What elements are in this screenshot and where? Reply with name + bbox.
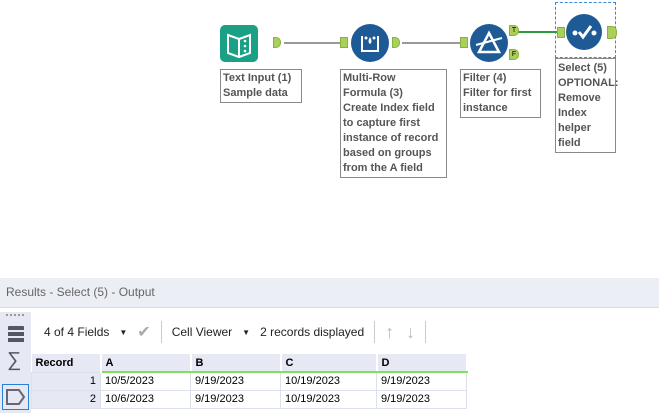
column-header[interactable]: Record bbox=[31, 354, 102, 372]
table-cell[interactable]: 9/19/2023 bbox=[376, 371, 467, 391]
table-cell[interactable]: 10/5/2023 bbox=[100, 371, 191, 391]
multi-row-formula-icon[interactable] bbox=[351, 24, 389, 62]
results-table: Record A B C D 1 10/5/2023 9/19/2023 10/… bbox=[31, 354, 468, 409]
tool-name: Multi-Row bbox=[343, 72, 396, 84]
true-anchor[interactable]: T bbox=[509, 25, 519, 36]
table-cell[interactable]: 10/19/2023 bbox=[280, 371, 377, 391]
checkmark-icon[interactable]: ✔ bbox=[137, 322, 150, 342]
table-row: 1 10/5/2023 9/19/2023 10/19/2023 9/19/20… bbox=[31, 371, 467, 391]
record-number: 1 bbox=[31, 371, 101, 391]
input-anchor[interactable] bbox=[460, 37, 468, 48]
annotation-line: instance bbox=[463, 102, 508, 114]
arrow-up-icon[interactable]: ↑ bbox=[385, 322, 394, 343]
drag-handle[interactable] bbox=[6, 314, 24, 316]
summary-icon[interactable]: ∑ bbox=[7, 350, 21, 370]
divider bbox=[374, 321, 376, 343]
input-anchor[interactable] bbox=[340, 37, 348, 48]
select-icon[interactable] bbox=[566, 14, 602, 50]
tool-annotation: Text Input (1) Sample data bbox=[220, 69, 302, 103]
annotation-line: instance of record bbox=[343, 132, 439, 144]
connection-wire-true bbox=[518, 31, 558, 33]
tool-annotation: Filter (4) Filter for first instance bbox=[460, 69, 541, 118]
annotation-line: to capture first bbox=[343, 117, 421, 129]
fields-dropdown[interactable]: 4 of 4 Fields bbox=[44, 325, 109, 339]
table-header-row: Record A B C D bbox=[31, 354, 468, 373]
output-anchor[interactable] bbox=[273, 37, 281, 48]
workflow-canvas[interactable]: Text Input (1) Sample data Multi-Row For… bbox=[0, 0, 659, 275]
annotation-line: based on groups bbox=[343, 147, 432, 159]
results-sidebar: ∑ bbox=[0, 312, 31, 413]
table-cell[interactable]: 9/19/2023 bbox=[190, 389, 281, 409]
metadata-icon[interactable] bbox=[8, 326, 24, 343]
column-header[interactable]: D bbox=[376, 354, 468, 373]
results-toolbar: 4 of 4 Fields ▼ ✔ Cell Viewer ▼ 2 record… bbox=[31, 312, 659, 352]
table-cell[interactable]: 9/19/2023 bbox=[376, 389, 467, 409]
annotation-line: from the A field bbox=[343, 162, 423, 174]
annotation-line: Sample data bbox=[223, 87, 288, 99]
chevron-down-icon[interactable]: ▼ bbox=[119, 328, 127, 337]
tool-name: Formula (3) bbox=[343, 87, 403, 99]
annotation-line: helper field bbox=[558, 122, 592, 149]
record-number: 2 bbox=[31, 389, 101, 409]
annotation-line: Remove Index bbox=[558, 92, 601, 119]
output-data-icon[interactable] bbox=[2, 384, 29, 410]
table-cell[interactable]: 9/19/2023 bbox=[190, 371, 281, 391]
tool-annotation: Multi-Row Formula (3) Create Index field… bbox=[340, 69, 447, 178]
tool-name: Select (5) bbox=[558, 62, 607, 74]
output-anchor[interactable] bbox=[392, 37, 400, 48]
cell-viewer-dropdown[interactable]: Cell Viewer bbox=[172, 325, 232, 339]
annotation-line: Filter for first bbox=[463, 87, 532, 99]
tool-name: Filter (4) bbox=[463, 72, 507, 84]
table-row: 2 10/6/2023 9/19/2023 10/19/2023 9/19/20… bbox=[31, 389, 467, 409]
false-anchor[interactable]: F bbox=[509, 49, 519, 60]
annotation-line: Create Index field bbox=[343, 102, 435, 114]
table-cell[interactable]: 10/19/2023 bbox=[280, 389, 377, 409]
tool-annotation: Select (5) OPTIONAL: Remove Index helper… bbox=[555, 58, 619, 153]
text-input-icon[interactable] bbox=[220, 25, 258, 62]
column-header[interactable]: A bbox=[100, 354, 192, 373]
chevron-down-icon[interactable]: ▼ bbox=[242, 328, 250, 337]
input-anchor[interactable] bbox=[557, 27, 565, 38]
divider bbox=[160, 321, 162, 343]
tool-name: Text Input (1) bbox=[223, 72, 292, 84]
results-title: Results - Select (5) - Output bbox=[6, 285, 155, 299]
filter-icon[interactable] bbox=[470, 24, 508, 62]
connection-wire bbox=[402, 42, 462, 44]
output-anchor[interactable] bbox=[607, 26, 617, 39]
results-header: Results - Select (5) - Output bbox=[0, 278, 659, 308]
records-count: 2 records displayed bbox=[260, 325, 365, 339]
table-cell[interactable]: 10/6/2023 bbox=[100, 389, 191, 409]
arrow-down-icon[interactable]: ↓ bbox=[406, 322, 415, 343]
connection-wire bbox=[284, 42, 342, 44]
column-header[interactable]: C bbox=[280, 354, 378, 373]
annotation-line: OPTIONAL: bbox=[558, 77, 619, 89]
column-header[interactable]: B bbox=[190, 354, 282, 373]
divider bbox=[425, 321, 427, 343]
